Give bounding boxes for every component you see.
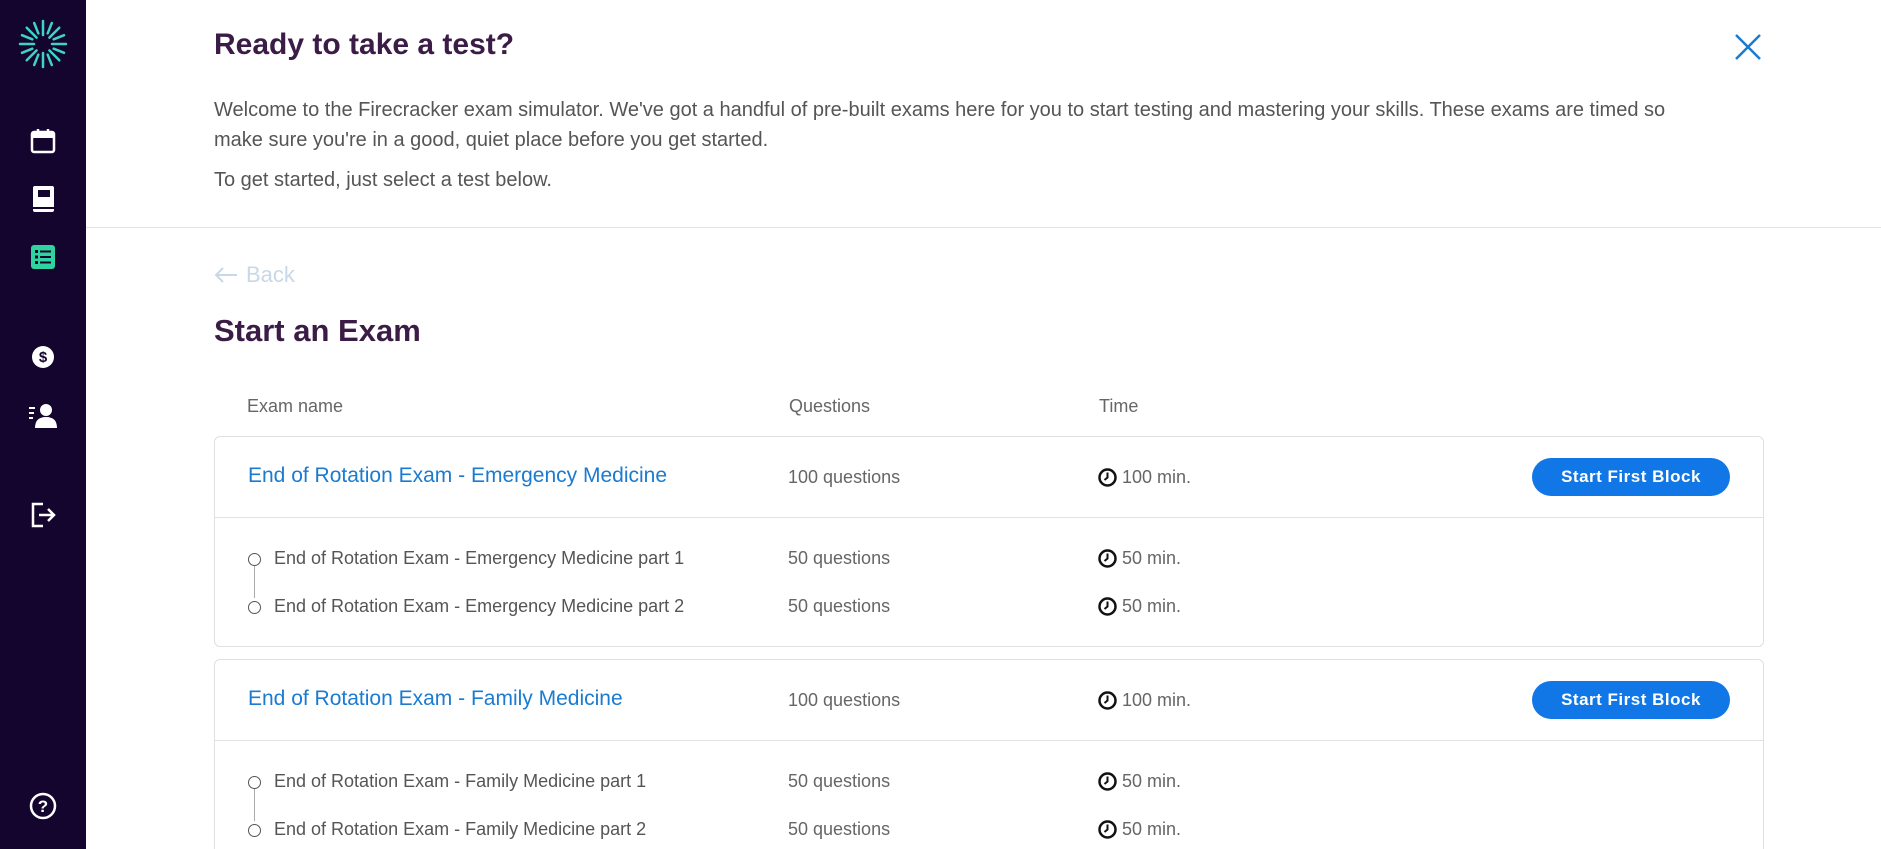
exam-row: End of Rotation Exam - Emergency Medicin… [215,437,1763,518]
timeline-dot [248,824,261,837]
part-time: 50 min. [1098,819,1181,840]
intro-instruction: To get started, just select a test below… [214,169,552,191]
exam-name-link[interactable]: End of Rotation Exam - Family Medicine [248,687,623,711]
main-content: Ready to take a test? Welcome to the Fir… [86,0,1881,849]
exam-part-row[interactable]: End of Rotation Exam - Family Medicine p… [215,768,1763,798]
part-time-value: 50 min. [1122,548,1182,568]
modal-header: Ready to take a test? Welcome to the Fir… [86,0,1881,228]
notebook-icon[interactable] [0,184,86,214]
column-header-name: Exam name [247,396,344,416]
exam-time: 100 min. [1098,467,1191,488]
page-title: Ready to take a test? [214,28,515,61]
clock-icon [1098,772,1117,791]
svg-text:?: ? [38,797,48,816]
column-header-questions: Questions [789,396,871,416]
part-question-count: 50 questions [788,548,891,568]
part-time-value: 50 min. [1122,596,1182,616]
exam-question-count: 100 questions [788,690,901,710]
help-icon[interactable]: ? [0,791,86,821]
part-time: 50 min. [1098,548,1181,569]
part-time: 50 min. [1098,596,1181,617]
part-time-value: 50 min. [1122,771,1182,791]
timeline-dot [248,601,261,614]
user-profile-icon[interactable] [0,400,86,430]
back-label: Back [246,262,295,287]
logout-icon[interactable] [0,500,86,530]
part-time-value: 50 min. [1122,819,1182,839]
clock-icon [1098,597,1117,616]
exam-name-link[interactable]: End of Rotation Exam - Emergency Medicin… [248,464,667,488]
intro-line-1: Welcome to the Firecracker exam simulato… [214,99,1666,121]
part-name: End of Rotation Exam - Family Medicine p… [274,819,647,839]
exam-card: End of Rotation Exam - Family Medicine 1… [214,659,1764,849]
part-name: End of Rotation Exam - Emergency Medicin… [274,596,685,616]
exam-time-value: 100 min. [1122,467,1192,487]
exam-part-row[interactable]: End of Rotation Exam - Emergency Medicin… [215,545,1763,575]
exam-parts: End of Rotation Exam - Family Medicine p… [215,741,1763,849]
part-time: 50 min. [1098,771,1181,792]
timeline-dot [248,553,261,566]
part-question-count: 50 questions [788,596,891,616]
exam-time: 100 min. [1098,690,1191,711]
back-link[interactable]: Back [214,262,295,288]
clock-icon [1098,691,1117,710]
exam-part-row[interactable]: End of Rotation Exam - Family Medicine p… [215,816,1763,846]
column-header-time: Time [1099,396,1139,416]
exam-part-row[interactable]: End of Rotation Exam - Emergency Medicin… [215,593,1763,623]
checklist-icon[interactable] [0,242,86,272]
start-first-block-button[interactable]: Start First Block [1532,458,1730,496]
part-name: End of Rotation Exam - Emergency Medicin… [274,548,685,568]
firecracker-logo-icon[interactable] [0,14,86,74]
intro-text: Welcome to the Firecracker exam simulato… [214,95,1774,155]
exam-question-count: 100 questions [788,467,901,487]
section-title: Start an Exam [214,313,421,348]
svg-text:$: $ [39,349,48,366]
calendar-icon[interactable] [0,126,86,156]
intro-line-2: make sure you're in a good, quiet place … [214,129,769,151]
exam-time-value: 100 min. [1122,690,1192,710]
dollar-icon[interactable]: $ [0,342,86,372]
arrow-left-icon [214,267,237,283]
exam-parts: End of Rotation Exam - Emergency Medicin… [215,518,1763,646]
clock-icon [1098,468,1117,487]
part-question-count: 50 questions [788,819,891,839]
part-name: End of Rotation Exam - Family Medicine p… [274,771,647,791]
exam-card: End of Rotation Exam - Emergency Medicin… [214,436,1764,647]
timeline-dot [248,776,261,789]
sidebar: $ ? [0,0,86,849]
exam-row: End of Rotation Exam - Family Medicine 1… [215,660,1763,741]
close-icon[interactable] [1733,32,1763,62]
clock-icon [1098,820,1117,839]
clock-icon [1098,549,1117,568]
part-question-count: 50 questions [788,771,891,791]
start-first-block-button[interactable]: Start First Block [1532,681,1730,719]
